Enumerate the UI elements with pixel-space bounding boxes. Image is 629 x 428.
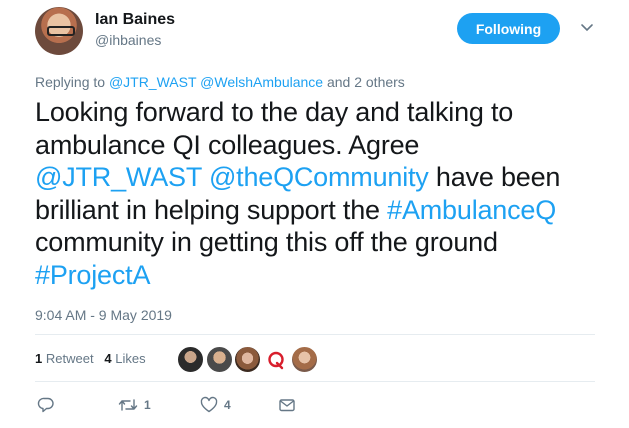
like-action[interactable]: 4 — [200, 395, 231, 415]
reply-mention-jtr-wast[interactable]: @JTR_WAST — [109, 74, 196, 90]
likes-count: 4 — [104, 351, 112, 366]
tweet-mention-jtr-wast[interactable]: @JTR_WAST — [35, 162, 202, 192]
heart-icon — [200, 396, 218, 413]
replying-suffix[interactable]: and 2 others — [323, 74, 405, 90]
author-handle[interactable]: @ihbaines — [95, 32, 161, 48]
retweets-stat[interactable]: 1 Retweet — [35, 351, 94, 366]
tweet-line-3-rest: have been — [428, 162, 561, 192]
retweet-action-count: 1 — [144, 398, 151, 412]
retweets-label: Retweet — [45, 351, 94, 366]
tweet-text: Looking forward to the day and talking t… — [35, 96, 595, 291]
tweet-stats: 1 Retweet 4 Likes — [35, 351, 146, 366]
avatar-glasses — [47, 26, 75, 36]
reply-action[interactable] — [37, 395, 55, 415]
q-logo-icon — [267, 351, 284, 369]
retweets-count: 1 — [35, 351, 43, 366]
liker-avatar[interactable] — [233, 345, 262, 374]
retweet-action[interactable]: 1 — [118, 395, 151, 415]
likes-label: Likes — [115, 351, 146, 366]
reply-mention-welsh-ambulance[interactable]: @WelshAmbulance — [200, 74, 323, 90]
tweet-line-5: community in getting this off the ground — [35, 227, 498, 257]
likes-stat[interactable]: 4 Likes — [104, 351, 145, 366]
tweet-timestamp[interactable]: 9:04 AM - 9 May 2019 — [35, 307, 172, 323]
liker-avatar[interactable] — [261, 345, 290, 374]
replying-to: Replying to @JTR_WAST @WelshAmbulance an… — [35, 74, 405, 90]
tweet-line-2: ambulance QI colleagues. Agree — [35, 129, 420, 160]
chevron-down-icon[interactable] — [580, 20, 594, 34]
following-button[interactable]: Following — [457, 13, 560, 44]
retweet-icon — [118, 399, 138, 411]
divider-bottom — [35, 381, 595, 382]
like-action-count: 4 — [224, 398, 231, 412]
liker-avatar[interactable] — [290, 345, 319, 374]
dm-action[interactable] — [278, 395, 296, 415]
divider-top — [35, 334, 595, 335]
tweet-line-4: brilliant in helping support the — [35, 194, 388, 225]
tweet-line-1: Looking forward to the day and talking t… — [35, 97, 514, 127]
author-avatar[interactable] — [35, 7, 83, 55]
reply-icon — [37, 397, 54, 413]
hashtag-projecta[interactable]: #ProjectA — [35, 260, 150, 290]
envelope-icon — [279, 399, 295, 412]
liker-avatar[interactable] — [176, 345, 205, 374]
liker-avatar[interactable] — [205, 345, 234, 374]
tweet-mention-theqcommunity[interactable]: @theQCommunity — [209, 162, 429, 192]
author-name[interactable]: Ian Baines — [95, 11, 175, 29]
replying-prefix: Replying to — [35, 74, 109, 90]
hashtag-ambulanceq[interactable]: #AmbulanceQ — [387, 195, 556, 225]
